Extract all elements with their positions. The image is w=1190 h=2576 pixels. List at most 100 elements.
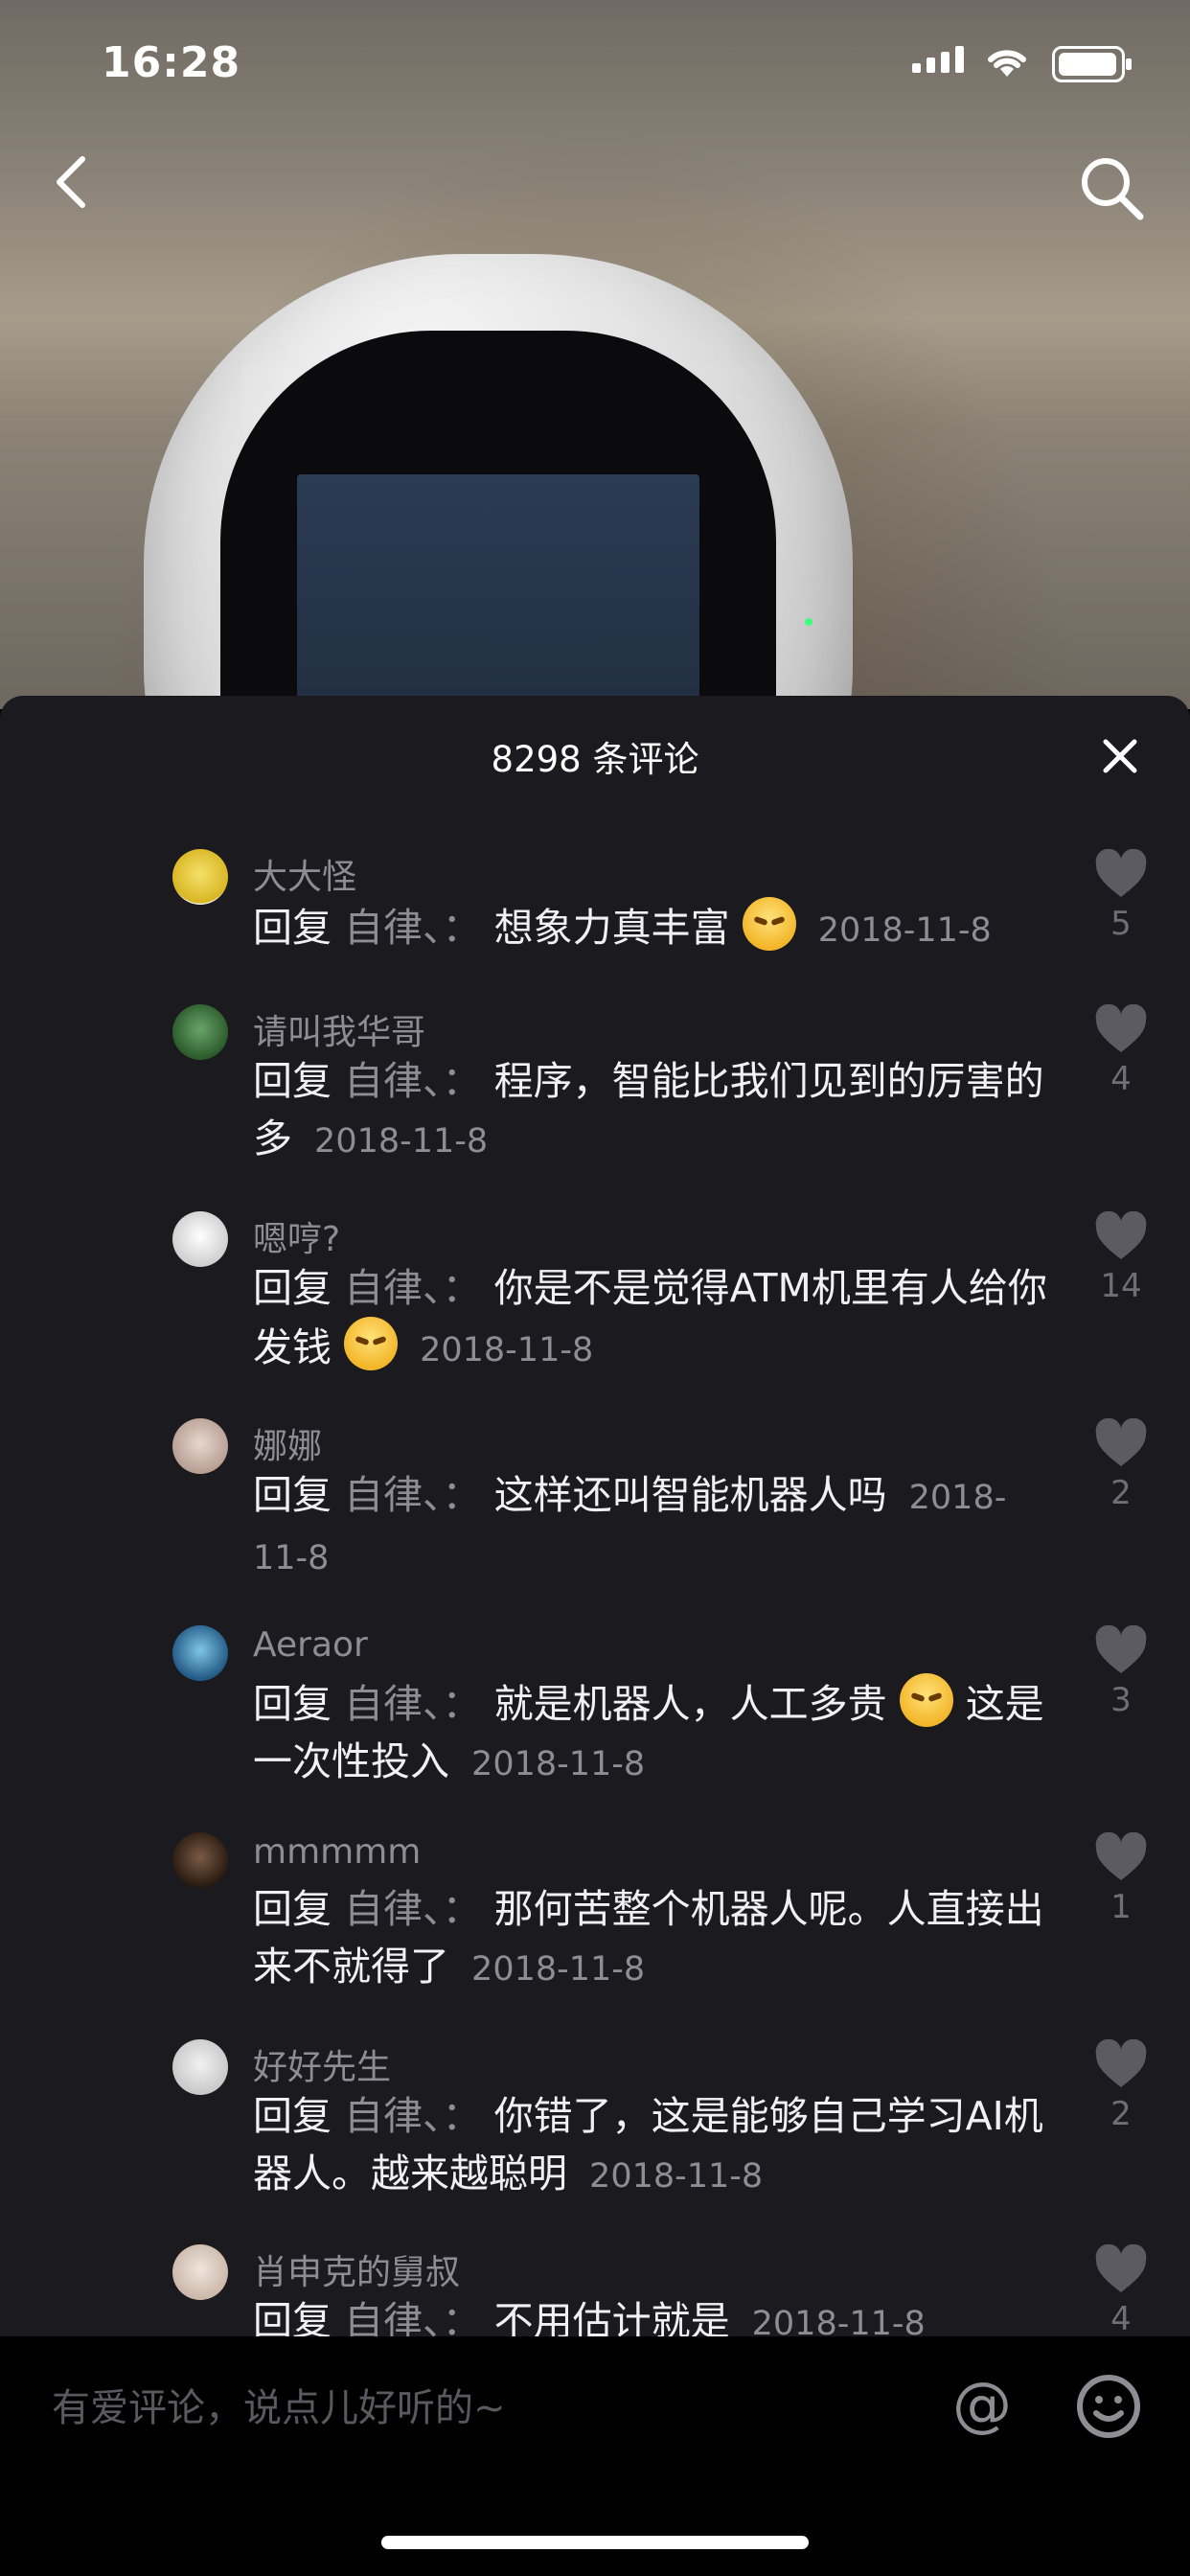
comment-body: 回复 自律、： 你是不是觉得ATM机里有人给你发钱 2018-11-8 xyxy=(253,1259,1058,1379)
comment-username[interactable]: 大大怪 xyxy=(253,849,356,899)
like-button[interactable]: 5 xyxy=(1092,849,1150,943)
like-button[interactable]: 2 xyxy=(1092,2039,1150,2133)
robot-head-image xyxy=(144,254,853,709)
like-button[interactable]: 2 xyxy=(1092,1418,1150,1512)
heart-icon xyxy=(1095,1625,1147,1673)
laughing-emoji-icon xyxy=(742,897,796,951)
comment-username[interactable]: 肖申克的舅叔 xyxy=(253,2244,460,2294)
avatar[interactable] xyxy=(172,1418,228,1474)
shush-emoji-icon xyxy=(899,1673,953,1727)
home-indicator[interactable] xyxy=(381,2536,809,2549)
reply-prefix: 回复 xyxy=(253,1681,332,1727)
like-button[interactable]: 3 xyxy=(1092,1625,1150,1719)
comment-body: 回复 自律、： 想象力真丰富 2018-11-8 xyxy=(253,897,1058,959)
like-button[interactable]: 4 xyxy=(1092,1004,1150,1098)
comment-body: 回复 自律、： 这样还叫智能机器人吗 2018-11-8 xyxy=(253,1466,1058,1587)
wifi-icon xyxy=(983,42,1031,82)
reply-target[interactable]: 自律、： xyxy=(344,1472,482,1518)
reply-prefix: 回复 xyxy=(253,2093,332,2139)
like-button[interactable]: 4 xyxy=(1092,2244,1150,2336)
reply-target[interactable]: 自律、： xyxy=(344,1886,482,1932)
comment-date: 2018-11-8 xyxy=(817,911,992,950)
comment-body: 回复 自律、： 你错了，这是能够自己学习AI机器人。越来越聪明 2018-11-… xyxy=(253,2087,1058,2205)
like-button[interactable]: 1 xyxy=(1092,1832,1150,1926)
close-button[interactable] xyxy=(1098,734,1142,778)
like-count: 2 xyxy=(1110,2095,1132,2133)
avatar[interactable] xyxy=(172,1004,228,1060)
chevron-left-icon xyxy=(57,156,85,208)
comments-count-title: 8298 条评论 xyxy=(491,739,699,780)
comment-date: 2018-11-8 xyxy=(751,2305,926,2336)
comment-username[interactable]: 好好先生 xyxy=(253,2039,391,2089)
back-button[interactable] xyxy=(46,153,103,211)
heart-icon xyxy=(1095,1418,1147,1466)
avatar[interactable] xyxy=(172,1625,228,1681)
robot-led xyxy=(805,618,812,626)
heart-icon xyxy=(1095,1832,1147,1880)
reply-prefix: 回复 xyxy=(253,1886,332,1932)
battery-icon xyxy=(1052,46,1132,82)
cellular-signal-icon xyxy=(912,46,970,77)
comment-username[interactable]: 嗯哼? xyxy=(253,1211,340,1261)
status-time: 16:28 xyxy=(102,38,241,87)
like-count: 3 xyxy=(1110,1681,1132,1719)
heart-icon xyxy=(1095,1211,1147,1259)
emoji-button[interactable] xyxy=(1075,2373,1142,2440)
comment-text: 不用估计就是 xyxy=(493,2298,730,2336)
reply-target[interactable]: 自律、： xyxy=(344,905,482,951)
avatar[interactable] xyxy=(172,2039,228,2095)
heart-icon xyxy=(1095,2039,1147,2087)
comment-text: 想象力真丰富 xyxy=(493,905,730,951)
comment-body: 回复 自律、： 就是机器人，人工多贵 这是一次性投入 2018-11-8 xyxy=(253,1673,1058,1793)
like-count: 2 xyxy=(1110,1474,1132,1512)
avatar[interactable] xyxy=(172,2244,228,2300)
heart-icon xyxy=(1095,849,1147,897)
comment-date: 2018-11-8 xyxy=(471,1745,646,1783)
comment-text: 这样还叫智能机器人吗 xyxy=(493,1472,887,1518)
avatar[interactable] xyxy=(172,1832,228,1888)
reply-target[interactable]: 自律、： xyxy=(344,1265,482,1311)
comment-username[interactable]: Aeraor xyxy=(253,1625,368,1665)
reply-prefix: 回复 xyxy=(253,2298,332,2336)
comment-username[interactable]: 娜娜 xyxy=(253,1418,322,1468)
comment-date: 2018-11-8 xyxy=(314,1122,489,1161)
comment-body: 回复 自律、： 不用估计就是 2018-11-8 xyxy=(253,2292,1058,2336)
status-bar: 16:28 xyxy=(0,0,1190,126)
reply-prefix: 回复 xyxy=(253,1472,332,1518)
close-icon xyxy=(1103,739,1137,773)
comment-date: 2018-11-8 xyxy=(589,2157,764,2196)
comment-input[interactable]: 有爱评论，说点儿好听的~ xyxy=(52,2377,506,2432)
comment-body: 回复 自律、： 程序，智能比我们见到的厉害的多 2018-11-8 xyxy=(253,1052,1058,1170)
comment-username[interactable]: 请叫我华哥 xyxy=(253,1004,425,1054)
like-count: 14 xyxy=(1100,1267,1142,1305)
search-icon xyxy=(1082,158,1144,220)
comment-text: 就是机器人，人工多贵 xyxy=(493,1681,887,1727)
comments-panel: 8298 条评论 大大怪 回复 自律、： 想象力真丰富 2018-11-8 5 xyxy=(0,696,1190,2336)
laughing-emoji-icon xyxy=(344,1317,399,1370)
like-count: 1 xyxy=(1110,1888,1132,1926)
like-count: 5 xyxy=(1110,905,1132,943)
reply-target[interactable]: 自律、： xyxy=(344,2298,482,2336)
avatar[interactable] xyxy=(172,849,228,905)
smiley-face-icon xyxy=(1077,2375,1140,2438)
mention-button[interactable]: @ xyxy=(949,2371,1016,2438)
avatar[interactable] xyxy=(172,1211,228,1267)
reply-prefix: 回复 xyxy=(253,905,332,951)
reply-target[interactable]: 自律、： xyxy=(344,1058,482,1104)
comment-date: 2018-11-8 xyxy=(420,1331,594,1369)
like-count: 4 xyxy=(1110,1060,1132,1098)
reply-prefix: 回复 xyxy=(253,1058,332,1104)
heart-icon xyxy=(1095,1004,1147,1052)
comment-date: 2018-11-8 xyxy=(471,1950,646,1989)
like-button[interactable]: 14 xyxy=(1092,1211,1150,1305)
reply-target[interactable]: 自律、： xyxy=(344,2093,482,2139)
heart-icon xyxy=(1095,2244,1147,2292)
reply-target[interactable]: 自律、： xyxy=(344,1681,482,1727)
comment-body: 回复 自律、： 那何苦整个机器人呢。人直接出来不就得了 2018-11-8 xyxy=(253,1880,1058,1998)
robot-panel xyxy=(297,474,699,709)
comment-username[interactable]: mmmmm xyxy=(253,1832,421,1872)
robot-screen xyxy=(220,331,812,709)
search-button[interactable] xyxy=(1077,153,1146,222)
reply-prefix: 回复 xyxy=(253,1265,332,1311)
like-count: 4 xyxy=(1110,2300,1132,2336)
